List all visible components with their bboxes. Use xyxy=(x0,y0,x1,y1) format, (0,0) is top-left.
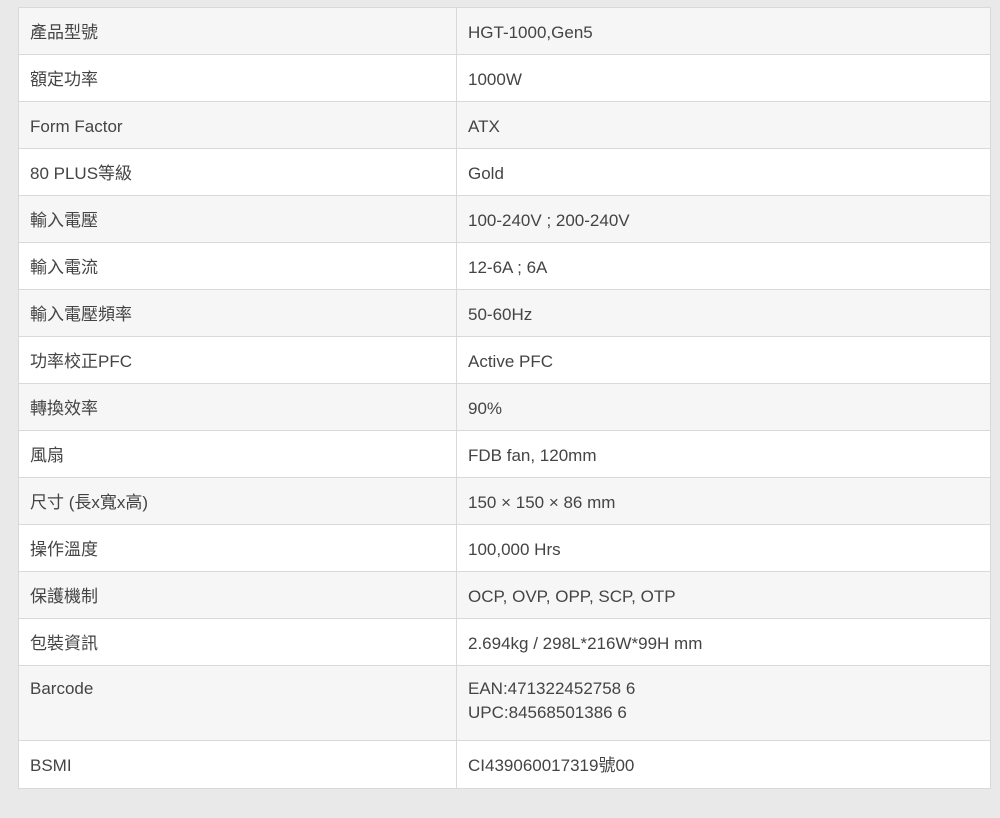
table-row: 輸入電流 12-6A ; 6A xyxy=(18,242,991,290)
barcode-ean: EAN:471322452758 6 xyxy=(468,679,636,698)
spec-value: EAN:471322452758 6 UPC:84568501386 6 xyxy=(456,665,991,741)
table-row: 額定功率 1000W xyxy=(18,54,991,102)
spec-label: 轉換效率 xyxy=(18,383,457,431)
spec-label: 產品型號 xyxy=(18,7,457,55)
spec-label: BSMI xyxy=(18,740,457,789)
table-row: 包裝資訊 2.694kg / 298L*216W*99H mm xyxy=(18,618,991,666)
spec-value: 100-240V ; 200-240V xyxy=(456,195,991,243)
spec-label: 輸入電流 xyxy=(18,242,457,290)
table-row: 操作溫度 100,000 Hrs xyxy=(18,524,991,572)
table-row: 風扇 FDB fan, 120mm xyxy=(18,430,991,478)
spec-value: 12-6A ; 6A xyxy=(456,242,991,290)
spec-label: 80 PLUS等級 xyxy=(18,148,457,196)
table-row: 保護機制 OCP, OVP, OPP, SCP, OTP xyxy=(18,571,991,619)
spec-label: 包裝資訊 xyxy=(18,618,457,666)
spec-value: 50-60Hz xyxy=(456,289,991,337)
barcode-upc: UPC:84568501386 6 xyxy=(468,703,627,722)
table-row: BSMI CI439060017319號00 xyxy=(18,740,991,789)
spec-value: HGT-1000,Gen5 xyxy=(456,7,991,55)
spec-label: 保護機制 xyxy=(18,571,457,619)
spec-label: Barcode xyxy=(18,665,457,741)
spec-table: 產品型號 HGT-1000,Gen5 額定功率 1000W Form Facto… xyxy=(18,7,991,789)
spec-value: 90% xyxy=(456,383,991,431)
table-row: 80 PLUS等級 Gold xyxy=(18,148,991,196)
spec-value: Active PFC xyxy=(456,336,991,384)
spec-value: Gold xyxy=(456,148,991,196)
spec-table-body: 產品型號 HGT-1000,Gen5 額定功率 1000W Form Facto… xyxy=(18,7,991,789)
table-row: 輸入電壓 100-240V ; 200-240V xyxy=(18,195,991,243)
spec-value: ATX xyxy=(456,101,991,149)
spec-label: 輸入電壓頻率 xyxy=(18,289,457,337)
table-row: 產品型號 HGT-1000,Gen5 xyxy=(18,7,991,55)
spec-label: Form Factor xyxy=(18,101,457,149)
spec-value: 2.694kg / 298L*216W*99H mm xyxy=(456,618,991,666)
spec-value: FDB fan, 120mm xyxy=(456,430,991,478)
table-row: 尺寸 (長x寬x高) 150 × 150 × 86 mm xyxy=(18,477,991,525)
spec-label: 功率校正PFC xyxy=(18,336,457,384)
spec-value: OCP, OVP, OPP, SCP, OTP xyxy=(456,571,991,619)
spec-value: 1000W xyxy=(456,54,991,102)
table-row: Form Factor ATX xyxy=(18,101,991,149)
table-row: 轉換效率 90% xyxy=(18,383,991,431)
table-row: Barcode EAN:471322452758 6 UPC:845685013… xyxy=(18,665,991,741)
table-row: 輸入電壓頻率 50-60Hz xyxy=(18,289,991,337)
spec-value: 100,000 Hrs xyxy=(456,524,991,572)
spec-label: 額定功率 xyxy=(18,54,457,102)
spec-label: 輸入電壓 xyxy=(18,195,457,243)
spec-value: 150 × 150 × 86 mm xyxy=(456,477,991,525)
spec-label: 風扇 xyxy=(18,430,457,478)
spec-value: CI439060017319號00 xyxy=(456,740,991,789)
spec-label: 操作溫度 xyxy=(18,524,457,572)
spec-label: 尺寸 (長x寬x高) xyxy=(18,477,457,525)
table-row: 功率校正PFC Active PFC xyxy=(18,336,991,384)
